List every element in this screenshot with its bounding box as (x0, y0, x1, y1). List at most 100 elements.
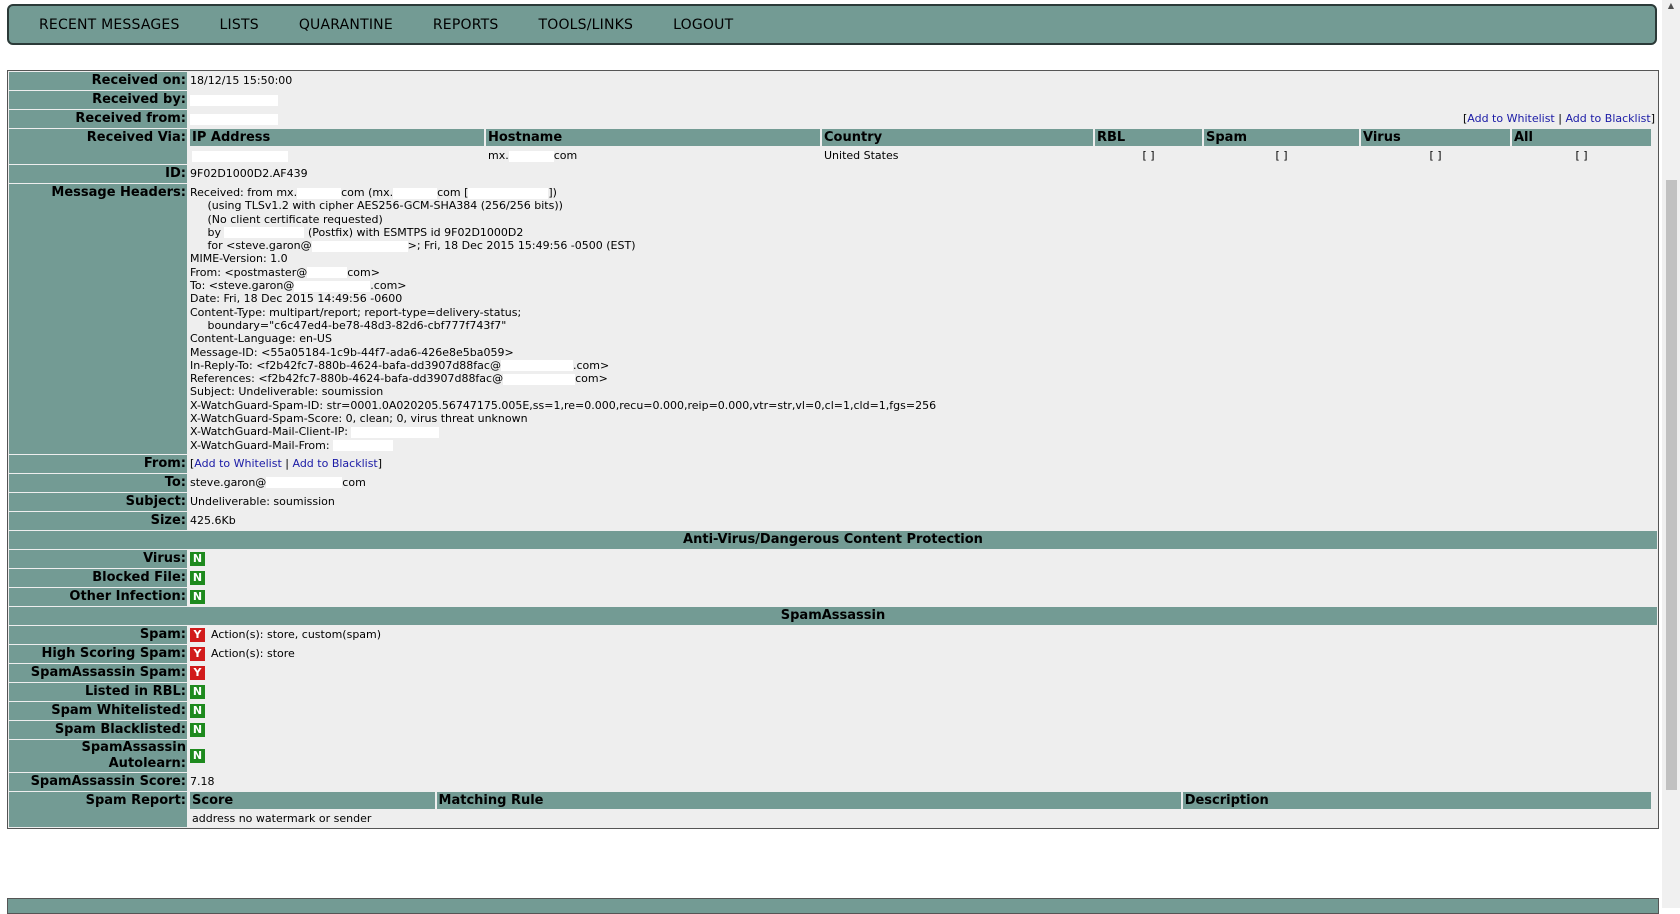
row-listed-in-rbl: Listed in RBL: N (9, 682, 1657, 701)
row-high-scoring-spam: High Scoring Spam: Y Action(s): store (9, 644, 1657, 663)
label-virus: Virus: (9, 549, 187, 568)
row-spamassassin-spam: SpamAssassin Spam: Y (9, 663, 1657, 682)
row-other-infection: Other Infection: N (9, 587, 1657, 606)
vertical-scrollbar[interactable]: ▲ (1662, 0, 1680, 908)
nav-quarantine[interactable]: QUARANTINE (299, 17, 393, 33)
received-from-blacklist-link[interactable]: Add to Blacklist (1565, 112, 1650, 125)
value-received-via: IP Address Hostname Country RBL Spam Vir… (188, 129, 1657, 164)
value-virus: N (188, 549, 1657, 568)
received-from-whitelist-link[interactable]: Add to Whitelist (1467, 112, 1554, 125)
via-col-ip: IP Address (190, 129, 484, 146)
value-high-scoring-spam: Y Action(s): store (188, 644, 1657, 663)
header-text: >; Fri, 18 Dec 2015 15:49:56 -0500 (EST) (407, 239, 636, 253)
nav-reports[interactable]: REPORTS (433, 17, 499, 33)
value-message-headers: Received: from mx. com (mx. com []) (using… (188, 184, 1657, 454)
via-rbl: [ ] (1095, 147, 1202, 164)
row-spam-whitelisted: Spam Whitelisted: N (9, 701, 1657, 720)
label-listed-in-rbl: Listed in RBL: (9, 682, 187, 701)
status-badge: Y (190, 665, 205, 680)
value-spamassassin-score: 7.18 (188, 772, 1657, 791)
redacted-text (468, 187, 549, 199)
header-text: (No client certificate requested) (190, 212, 383, 226)
label-spam-report: Spam Report: (9, 791, 187, 827)
value-other-infection: N (188, 587, 1657, 606)
value-spam: Y Action(s): store, custom(spam) (188, 625, 1657, 644)
status-badge: N (190, 684, 205, 699)
redacted-text (311, 240, 408, 252)
row-id: ID: 9F02D1000D2.AF439 (9, 165, 1657, 183)
hostname-prefix: mx. (488, 149, 509, 162)
nav-tools-links[interactable]: TOOLS/LINKS (538, 17, 633, 33)
header-text: com [ (437, 186, 469, 199)
message-details-panel: Received on: 18/12/15 15:50:00 Received … (7, 70, 1659, 829)
header-text: ]) (548, 186, 557, 199)
label-received-on: Received on: (9, 72, 187, 90)
row-spam: Spam: Y Action(s): store, custom(spam) (9, 625, 1657, 644)
label-from: From: (9, 454, 187, 473)
row-spam-blacklisted: Spam Blacklisted: N (9, 720, 1657, 739)
header-text: Date: Fri, 18 Dec 2015 14:49:56 -0600 (190, 292, 403, 306)
bracket: ] (1650, 112, 1655, 125)
from-whitelist-link[interactable]: Add to Whitelist (194, 457, 281, 470)
row-spam-report: Spam Report: Score Matching Rule Descrip… (9, 791, 1657, 828)
redacted-text (500, 360, 573, 372)
bracket: ] (377, 456, 383, 470)
header-text: X-WatchGuard-Spam-Score: 0, clean; 0, vi… (190, 412, 528, 426)
header-text: for <steve.garon@ (190, 239, 312, 253)
value-received-by (188, 91, 1657, 109)
nav-lists[interactable]: LISTS (220, 17, 259, 33)
via-col-all: All (1512, 129, 1651, 146)
scrollbar-thumb[interactable] (1666, 180, 1677, 790)
to-suffix: com (342, 475, 366, 489)
redacted-text (192, 150, 288, 162)
header-text: X-WatchGuard-Spam-ID: str=0001.0A020205.… (190, 398, 937, 412)
row-size: Size: 425.6Kb (9, 511, 1657, 530)
redacted-text (190, 94, 278, 106)
value-subject: Undeliverable: soumission (188, 492, 1657, 511)
row-spamassassin-autolearn: SpamAssassin Autolearn: N (9, 739, 1657, 772)
via-ip (190, 147, 484, 164)
label-received-via: Received Via: (9, 129, 187, 164)
section-spamassassin: SpamAssassin (9, 606, 1657, 625)
redacted-text (266, 477, 343, 489)
redacted-text (333, 440, 394, 452)
report-col-description: Description (1182, 791, 1651, 809)
header-text: X-WatchGuard-Mail-Client-IP: (190, 425, 352, 439)
via-col-rbl: RBL (1095, 129, 1202, 146)
label-subject: Subject: (9, 492, 187, 511)
header-text: Received: from mx. (190, 186, 298, 199)
row-received-via: Received Via: IP Address Hostname Countr… (9, 129, 1657, 164)
header-text: (Postfix) with ESMTPS id 9F02D1000D2 (304, 225, 524, 239)
nav-recent-messages[interactable]: RECENT MESSAGES (39, 17, 180, 33)
top-nav: RECENT MESSAGES LISTS QUARANTINE REPORTS… (7, 4, 1657, 45)
scroll-up-arrow-icon[interactable]: ▲ (1662, 0, 1680, 14)
spam-actions: Action(s): store, custom(spam) (211, 627, 382, 641)
row-virus: Virus: N (9, 549, 1657, 568)
via-hostname: mx. com (486, 147, 820, 164)
value-size: 425.6Kb (188, 511, 1657, 530)
header-text: Content-Type: multipart/report; report-t… (190, 305, 522, 319)
label-spam: Spam: (9, 625, 187, 644)
report-col-score: Score (190, 791, 435, 809)
label-received-from: Received from: (9, 110, 187, 128)
header-text: X-WatchGuard-Mail-From: (190, 438, 334, 452)
header-text: com> (347, 265, 380, 279)
from-blacklist-link[interactable]: Add to Blacklist (292, 457, 377, 470)
via-data-row: mx. com United States [ ] [ ] [ ] [ ] (190, 147, 1651, 164)
section-title-anti-virus: Anti-Virus/Dangerous Content Protection (9, 530, 1657, 549)
row-message-headers: Message Headers: Received: from mx. com (… (9, 184, 1657, 454)
via-col-hostname: Hostname (486, 129, 820, 146)
nav-logout[interactable]: LOGOUT (673, 17, 733, 33)
spam-report-table: Score Matching Rule Description address … (188, 791, 1653, 828)
header-text: by (190, 225, 225, 239)
header-text: From: <postmaster@ (190, 265, 308, 279)
separator: | (281, 456, 293, 470)
status-badge: N (190, 551, 205, 566)
to-prefix: steve.garon@ (190, 475, 267, 489)
value-spam-report: Score Matching Rule Description address … (188, 791, 1657, 828)
header-text: MIME-Version: 1.0 (190, 252, 288, 266)
high-scoring-actions: Action(s): store (211, 646, 295, 660)
redacted-text (307, 267, 348, 279)
redacted-text (294, 280, 371, 292)
label-to: To: (9, 473, 187, 492)
